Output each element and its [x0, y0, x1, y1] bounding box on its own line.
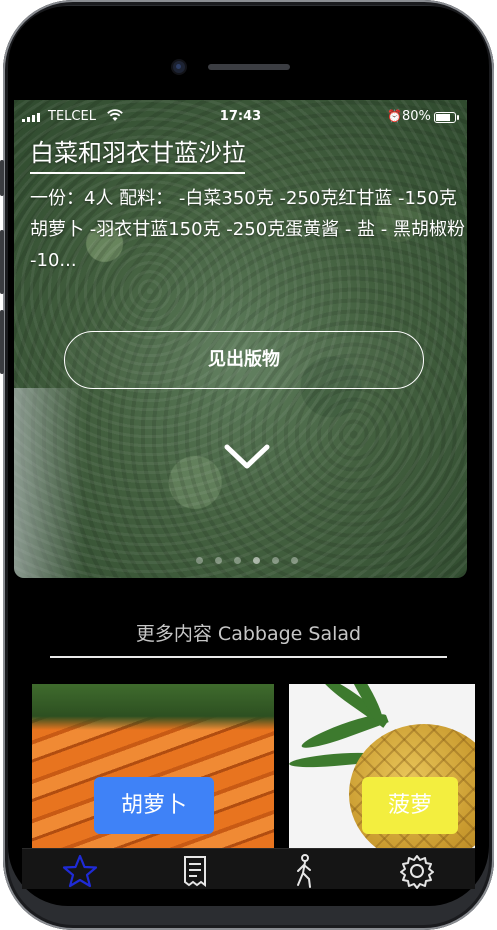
more-content-heading: 更多内容 Cabbage Salad: [135, 623, 362, 645]
carrot-label-button[interactable]: 胡萝卜: [94, 777, 214, 834]
carousel-pagination[interactable]: [196, 557, 298, 564]
recipe-description: 一份：4人 配料： -白菜350克 -250克红甘蓝 -150克胡萝卜 -羽衣甘…: [30, 188, 466, 271]
phone-volume-up: [0, 230, 4, 294]
carousel-dot[interactable]: [272, 557, 279, 564]
star-icon[interactable]: [60, 853, 100, 889]
recipe-title: 白菜和羽衣甘蓝沙拉: [30, 139, 246, 167]
walking-person-icon[interactable]: [285, 853, 325, 889]
section-divider: [50, 656, 447, 658]
carousel-dot[interactable]: [253, 557, 260, 564]
carousel-dot[interactable]: [215, 557, 222, 564]
phone-mute-switch: [0, 160, 4, 196]
carousel-dot[interactable]: [234, 557, 241, 564]
chevron-down-icon[interactable]: [222, 442, 272, 472]
earpiece-speaker: [208, 64, 290, 70]
list-icon[interactable]: [175, 853, 215, 889]
phone-volume-down: [0, 310, 4, 374]
view-publication-button[interactable]: 见出版物: [64, 331, 424, 389]
front-camera: [173, 61, 185, 73]
battery-icon: [434, 112, 459, 123]
gear-icon[interactable]: [397, 853, 437, 889]
title-underline: [30, 172, 245, 174]
status-bar: TELCEL 17:43 ⏰ 80%: [14, 108, 467, 128]
pineapple-label-button[interactable]: 菠萝: [362, 777, 458, 834]
battery-percent: 80%: [402, 109, 431, 124]
alarm-icon: ⏰: [387, 109, 402, 123]
carousel-dot[interactable]: [196, 557, 203, 564]
carousel-dot[interactable]: [291, 557, 298, 564]
